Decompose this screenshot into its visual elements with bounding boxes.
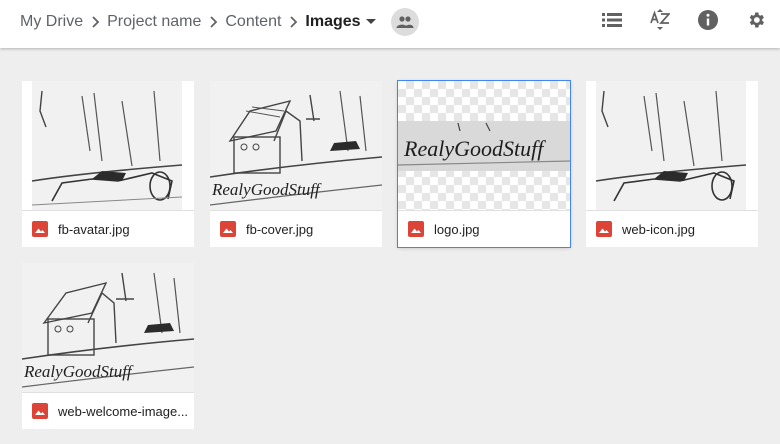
- file-caption: web-icon.jpg: [586, 210, 758, 247]
- breadcrumb-content[interactable]: Content: [225, 13, 281, 31]
- file-caption: logo.jpg: [398, 210, 570, 247]
- sort-az-icon[interactable]: [648, 8, 672, 32]
- image-thumbnail: RealyGoodStuff: [210, 81, 382, 210]
- image-file-icon: [32, 221, 48, 237]
- file-card-fb-cover[interactable]: RealyGoodStuff fb-cover.jpg: [210, 81, 382, 247]
- file-name: web-icon.jpg: [622, 221, 695, 237]
- file-name: fb-cover.jpg: [246, 221, 314, 237]
- image-file-icon: [220, 221, 236, 237]
- info-icon[interactable]: [696, 8, 720, 32]
- chevron-right-icon: [281, 13, 305, 31]
- file-card-fb-avatar[interactable]: fb-avatar.jpg: [22, 81, 194, 247]
- file-caption: fb-cover.jpg: [210, 210, 382, 247]
- image-thumbnail: RealyGoodStuff: [398, 81, 570, 210]
- file-caption: web-welcome-image...: [22, 392, 194, 429]
- settings-icon[interactable]: [744, 8, 768, 32]
- breadcrumb-my-drive[interactable]: My Drive: [20, 13, 83, 31]
- thumbnail-text: RealyGoodStuff: [211, 180, 322, 199]
- top-bar: My Drive Project name Content Images: [0, 0, 780, 48]
- file-caption: fb-avatar.jpg: [22, 210, 194, 247]
- file-name: logo.jpg: [434, 221, 480, 237]
- chevron-right-icon: [83, 13, 107, 31]
- toolbar: [600, 8, 780, 36]
- file-card-logo[interactable]: RealyGoodStuff logo.jpg: [397, 80, 571, 248]
- shared-people-icon[interactable]: [390, 8, 419, 36]
- thumbnail-text: RealyGoodStuff: [23, 362, 134, 381]
- file-card-web-welcome-image[interactable]: RealyGoodStuff web-welcome-image...: [22, 263, 194, 429]
- list-view-icon[interactable]: [600, 8, 624, 32]
- file-name: web-welcome-image...: [58, 403, 189, 419]
- breadcrumb: My Drive Project name Content Images: [20, 0, 419, 44]
- image-thumbnail: [586, 81, 758, 210]
- chevron-right-icon: [201, 13, 225, 31]
- breadcrumb-current-folder[interactable]: Images: [305, 13, 360, 31]
- image-file-icon: [596, 221, 612, 237]
- dropdown-arrow-icon[interactable]: [365, 13, 377, 31]
- file-name: fb-avatar.jpg: [58, 221, 130, 237]
- file-card-web-icon[interactable]: web-icon.jpg: [586, 81, 758, 247]
- image-file-icon: [32, 403, 48, 419]
- breadcrumb-project-name[interactable]: Project name: [107, 13, 201, 31]
- image-thumbnail: RealyGoodStuff: [22, 263, 194, 392]
- image-thumbnail: [22, 81, 194, 210]
- thumbnail-text: RealyGoodStuff: [403, 136, 546, 161]
- image-file-icon: [408, 221, 424, 237]
